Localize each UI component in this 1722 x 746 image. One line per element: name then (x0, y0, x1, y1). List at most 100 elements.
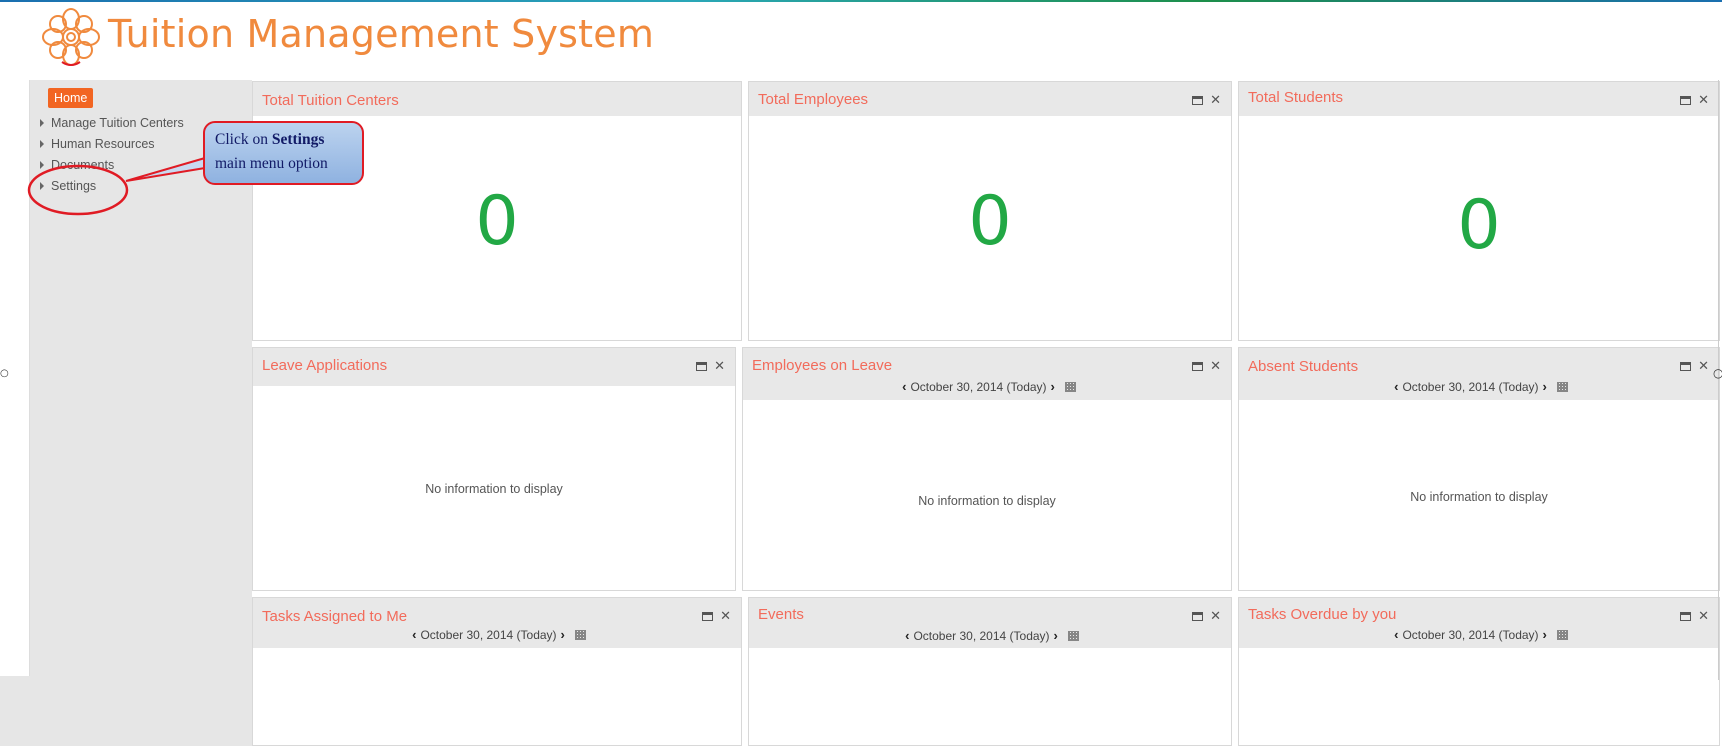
panel-title: Total Tuition Centers (262, 92, 399, 109)
panel-header: Leave Applications ✕ (253, 348, 735, 386)
panel-total-tuition-centers: Total Tuition Centers 0 (252, 81, 742, 341)
panel-controls: ✕ (1185, 359, 1221, 374)
metric-value: 0 (1457, 186, 1501, 265)
panel-controls: ✕ (1673, 609, 1709, 624)
chevron-left-icon[interactable]: ‹ (898, 379, 910, 394)
date-navigator: ‹ October 30, 2014 (Today) › (749, 628, 1231, 643)
maximize-icon[interactable] (696, 362, 708, 371)
date-label: October 30, 2014 (Today) (420, 628, 557, 642)
app-header: Tuition Management System (0, 2, 1722, 80)
close-icon[interactable]: ✕ (1698, 609, 1709, 624)
left-gutter-footer (0, 676, 30, 746)
chevron-left-icon[interactable]: ‹ (901, 628, 913, 643)
empty-state-message: No information to display (425, 482, 563, 496)
calendar-icon[interactable] (1067, 631, 1079, 641)
panel-title: Tasks Overdue by you (1248, 606, 1397, 623)
panel-tasks-overdue: Tasks Overdue by you ✕ ‹ October 30, 2014… (1238, 597, 1720, 746)
home-button[interactable]: Home (48, 88, 94, 108)
close-icon[interactable]: ✕ (1210, 359, 1221, 374)
panel-leave-applications: Leave Applications ✕ No information to d… (252, 347, 736, 591)
maximize-icon[interactable] (1680, 362, 1692, 371)
date-label: October 30, 2014 (Today) (1402, 628, 1539, 642)
chevron-right-icon[interactable]: › (1050, 628, 1062, 643)
empty-state-message: No information to display (1410, 490, 1548, 504)
chevron-right-icon[interactable]: › (1047, 379, 1059, 394)
app-title: Tuition Management System (108, 12, 655, 56)
close-icon[interactable]: ✕ (1210, 609, 1221, 624)
date-label: October 30, 2014 (Today) (1402, 380, 1539, 394)
sidebar-item-human-resources[interactable]: Human Resources (40, 135, 155, 153)
calendar-icon[interactable] (1556, 382, 1568, 392)
caret-right-icon (40, 182, 44, 190)
panel-header: Total Tuition Centers (253, 82, 741, 116)
panel-controls: ✕ (1673, 93, 1709, 108)
panel-total-students: Total Students ✕ 0 (1238, 81, 1720, 341)
maximize-icon[interactable] (1192, 612, 1204, 621)
close-icon[interactable]: ✕ (714, 359, 725, 374)
sidebar-item-documents[interactable]: Documents (40, 156, 114, 174)
maximize-icon[interactable] (1680, 96, 1692, 105)
panel-title: Total Students (1248, 89, 1344, 106)
sidebar-item-label: Manage Tuition Centers (51, 116, 184, 130)
maximize-icon[interactable] (1192, 96, 1204, 105)
date-label: October 30, 2014 (Today) (910, 380, 1047, 394)
panel-events: Events ✕ ‹ October 30, 2014 (Today) › (748, 597, 1232, 746)
panel-header: Events ✕ ‹ October 30, 2014 (Today) › (749, 598, 1231, 648)
sidebar-item-label: Settings (51, 179, 97, 193)
panel-title: Events (758, 606, 804, 623)
panel-employees-on-leave: Employees on Leave ✕ ‹ October 30, 2014 (… (742, 347, 1232, 591)
panel-header: Total Employees ✕ (749, 82, 1231, 116)
caret-right-icon (40, 161, 44, 169)
collapse-handle-right-icon[interactable]: ○ (1713, 366, 1722, 380)
date-navigator: ‹ October 30, 2014 (Today) › (1239, 379, 1719, 394)
chevron-left-icon[interactable]: ‹ (1390, 379, 1402, 394)
callout-suffix: main menu option (215, 155, 328, 172)
chevron-left-icon[interactable]: ‹ (1390, 627, 1402, 642)
chevron-left-icon[interactable]: ‹ (408, 627, 420, 642)
maximize-icon[interactable] (702, 612, 714, 621)
panel-title: Employees on Leave (752, 357, 893, 374)
sidebar-item-label: Human Resources (51, 137, 155, 151)
panel-title: Leave Applications (262, 357, 388, 374)
scroll-edge (1718, 80, 1719, 680)
panel-controls: ✕ (1673, 359, 1709, 374)
panel-controls: ✕ (1185, 609, 1221, 624)
panel-header: Tasks Overdue by you ✕ ‹ October 30, 2014… (1239, 598, 1719, 648)
metric-value: 0 (475, 182, 519, 261)
caret-right-icon (40, 119, 44, 127)
maximize-icon[interactable] (1680, 612, 1692, 621)
sidebar-item-manage-tuition-centers[interactable]: Manage Tuition Centers (40, 114, 184, 132)
sidebar-item-settings[interactable]: Settings (40, 177, 96, 195)
panel-controls: ✕ (1185, 93, 1221, 108)
flower-logo-icon (42, 8, 100, 66)
panel-header: Total Students ✕ (1239, 82, 1719, 116)
panel-absent-students: Absent Students ✕ ‹ October 30, 2014 (Tod… (1238, 347, 1720, 591)
panel-title: Absent Students (1248, 358, 1359, 375)
close-icon[interactable]: ✕ (1698, 93, 1709, 108)
callout-prefix: Click on (215, 131, 272, 148)
panel-controls: ✕ (695, 609, 731, 624)
collapse-handle-icon[interactable]: ○ (0, 368, 9, 379)
maximize-icon[interactable] (1192, 362, 1204, 371)
calendar-icon[interactable] (1064, 382, 1076, 392)
chevron-right-icon[interactable]: › (1539, 379, 1551, 394)
panel-controls: ✕ (689, 359, 725, 374)
tooltip-callout: Click on Settings main menu option (203, 121, 364, 185)
date-navigator: ‹ October 30, 2014 (Today) › (253, 627, 741, 642)
panel-header: Tasks Assigned to Me ✕ ‹ October 30, 2014… (253, 598, 741, 648)
calendar-icon[interactable] (574, 630, 586, 640)
empty-state-message: No information to display (918, 494, 1056, 508)
date-navigator: ‹ October 30, 2014 (Today) › (1239, 627, 1719, 642)
close-icon[interactable]: ✕ (1698, 359, 1709, 374)
panel-tasks-assigned-to-me: Tasks Assigned to Me ✕ ‹ October 30, 2014… (252, 597, 742, 746)
calendar-icon[interactable] (1556, 630, 1568, 640)
panel-header: Absent Students ✕ ‹ October 30, 2014 (Tod… (1239, 348, 1719, 400)
close-icon[interactable]: ✕ (1210, 93, 1221, 108)
panel-title: Total Employees (758, 91, 869, 108)
caret-right-icon (40, 140, 44, 148)
panel-header: Employees on Leave ✕ ‹ October 30, 2014 (… (743, 348, 1231, 400)
chevron-right-icon[interactable]: › (1539, 627, 1551, 642)
date-label: October 30, 2014 (Today) (913, 629, 1050, 643)
chevron-right-icon[interactable]: › (557, 627, 569, 642)
close-icon[interactable]: ✕ (720, 609, 731, 624)
